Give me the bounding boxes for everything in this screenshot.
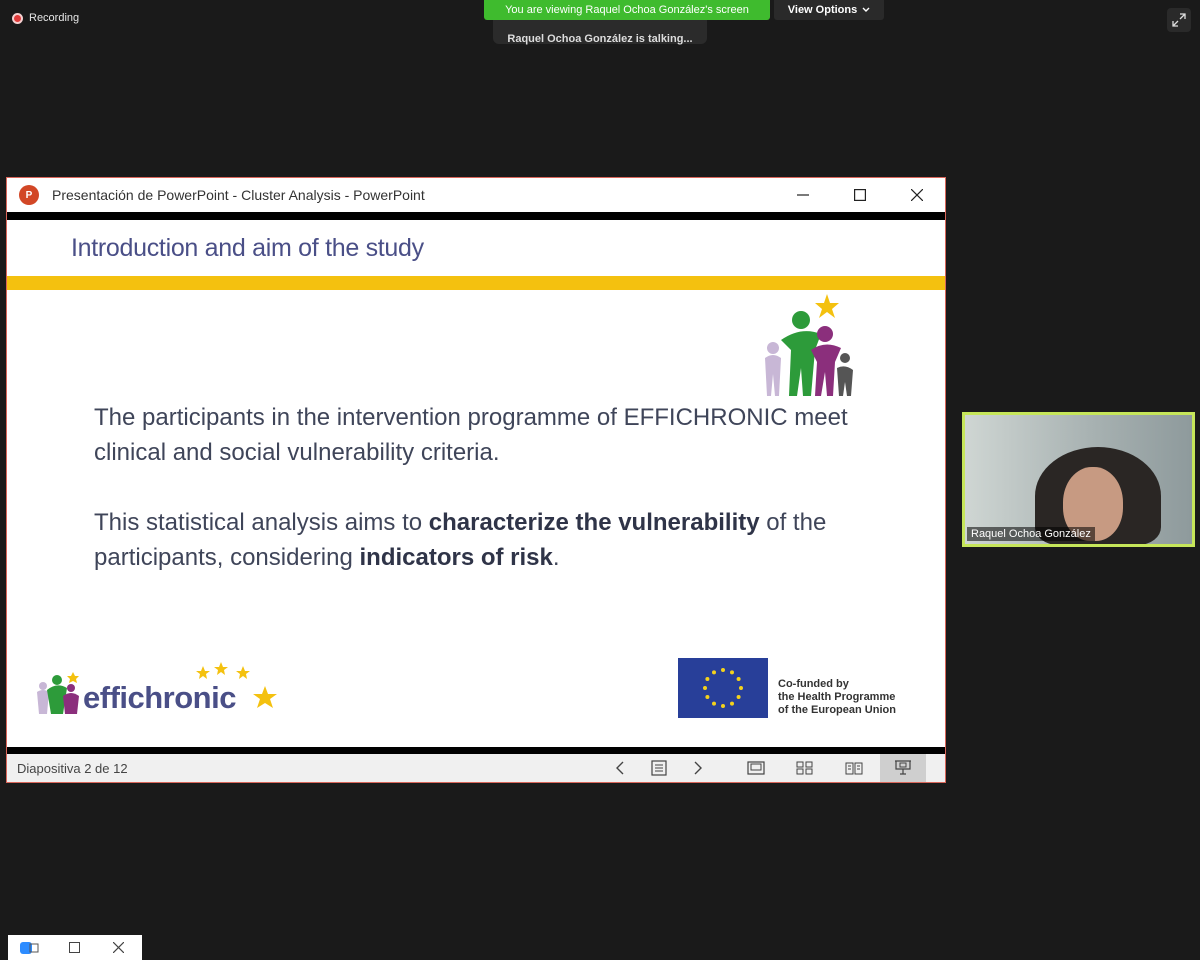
maximize-icon xyxy=(68,942,80,953)
zoom-minimized-controls xyxy=(8,935,142,960)
notes-icon xyxy=(651,760,667,776)
p2-part-a: This statistical analysis aims to xyxy=(94,509,429,536)
slide-paragraph-2: This statistical analysis aims to charac… xyxy=(94,505,894,575)
slide-body: The participants in the intervention pro… xyxy=(94,400,894,610)
view-options-label: View Options xyxy=(787,4,858,16)
grid-view-icon xyxy=(796,761,813,775)
minimize-icon xyxy=(796,194,809,196)
eu-line-3: of the European Union xyxy=(778,704,896,716)
presentation-icon xyxy=(895,760,911,775)
p2-bold-vulnerability: characterize the vulnerability xyxy=(428,509,760,536)
close-icon xyxy=(112,942,124,953)
ppt-titlebar: P Presentación de PowerPoint - Cluster A… xyxy=(7,178,945,212)
p2-part-e: . xyxy=(552,544,560,571)
powerpoint-logo-icon: P xyxy=(19,185,39,205)
maximize-button[interactable] xyxy=(831,178,888,212)
ppt-top-border xyxy=(7,212,945,220)
eu-flag-icon xyxy=(678,658,768,718)
eu-line-1: Co-funded by xyxy=(778,678,849,690)
recording-label: Recording xyxy=(29,12,80,24)
slide-counter: Diapositiva 2 de 12 xyxy=(17,760,128,776)
book-icon xyxy=(845,762,863,775)
chevron-left-icon xyxy=(616,761,624,775)
reading-view-button[interactable] xyxy=(831,754,877,782)
exit-fullscreen-icon xyxy=(1172,13,1186,27)
slide: Introduction and aim of the study The pa… xyxy=(7,220,945,749)
eu-stars-icon xyxy=(703,668,743,708)
zoom-logo-icon xyxy=(20,941,39,954)
p2-bold-risk: indicators of risk xyxy=(359,544,553,571)
recording-indicator: Recording xyxy=(12,12,79,24)
participant-name: Raquel Ochoa González xyxy=(967,527,1095,541)
close-icon xyxy=(910,189,923,201)
zoom-app-button[interactable] xyxy=(8,941,52,955)
effichronic-figures-icon xyxy=(765,294,853,396)
participant-video[interactable]: Raquel Ochoa González xyxy=(962,412,1195,547)
ppt-statusbar: Diapositiva 2 de 12 xyxy=(7,754,945,782)
viewing-banner: You are viewing Raquel Ochoa González's … xyxy=(484,0,770,20)
minimize-button[interactable] xyxy=(774,178,831,212)
talking-indicator: Raquel Ochoa González is talking... xyxy=(493,16,707,45)
restore-button[interactable] xyxy=(52,942,96,953)
eu-line-2: the Health Programme xyxy=(778,691,896,703)
brand-figures-icon xyxy=(37,672,79,714)
maximize-icon xyxy=(853,189,866,201)
normal-view-icon xyxy=(747,761,765,775)
eu-cofunded-text: Co-funded by the Health Programme of the… xyxy=(778,678,896,717)
record-icon xyxy=(12,12,23,24)
chevron-right-icon xyxy=(694,761,702,775)
effichronic-logo: effichronic xyxy=(33,660,283,720)
close-window-button[interactable] xyxy=(96,942,140,953)
ppt-bottom-border xyxy=(7,747,945,754)
talking-text: Raquel Ochoa González is talking... xyxy=(507,33,693,45)
next-slide-button[interactable] xyxy=(675,754,721,782)
slideshow-button[interactable] xyxy=(880,754,926,782)
view-options-button[interactable]: View Options xyxy=(774,0,884,20)
ppt-window-title: Presentación de PowerPoint - Cluster Ana… xyxy=(52,187,425,203)
fullscreen-button[interactable] xyxy=(1167,8,1191,32)
slide-paragraph-1: The participants in the intervention pro… xyxy=(94,404,848,466)
slide-sorter-button[interactable] xyxy=(782,754,828,782)
brand-stars-icon xyxy=(196,662,277,708)
normal-view-button[interactable] xyxy=(733,754,779,782)
close-button[interactable] xyxy=(888,178,945,212)
powerpoint-window: P Presentación de PowerPoint - Cluster A… xyxy=(6,177,946,783)
chevron-down-icon xyxy=(862,7,870,12)
slide-heading: Introduction and aim of the study xyxy=(71,234,424,262)
